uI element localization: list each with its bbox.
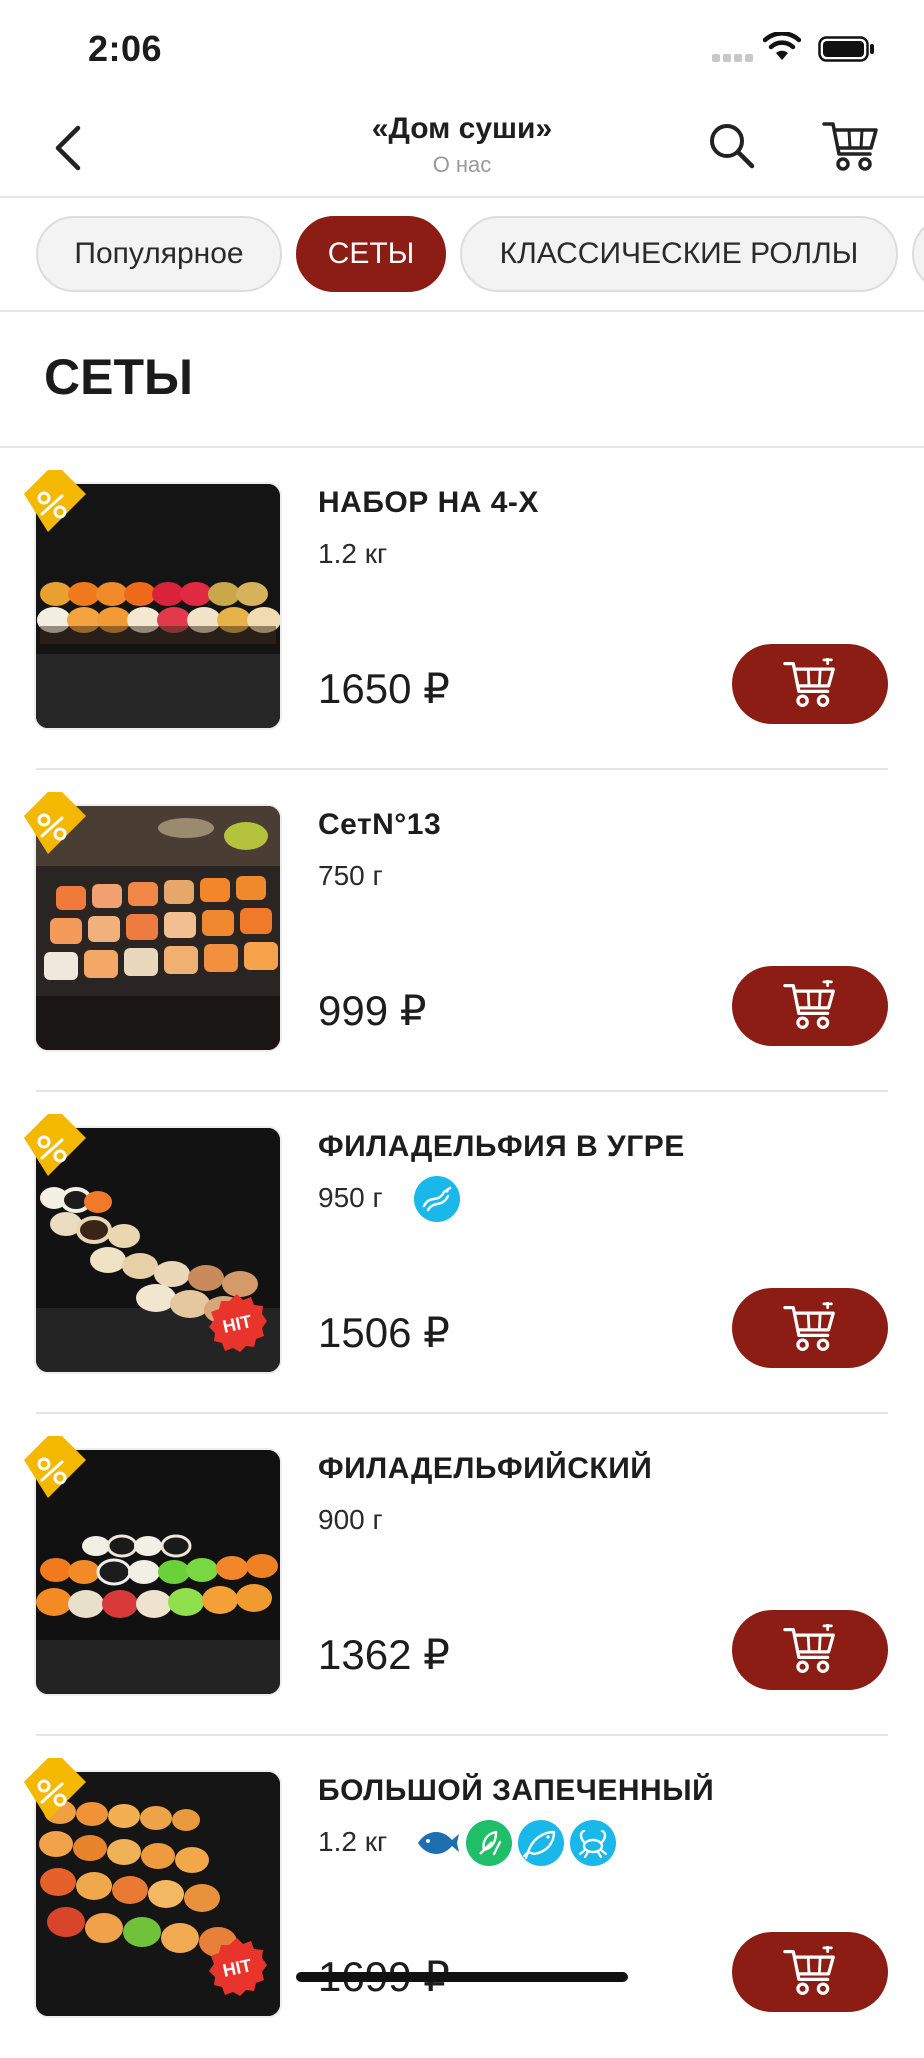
salmon-icon [518, 1820, 564, 1866]
vegetable-icon [466, 1820, 512, 1866]
discount-tag-icon [22, 790, 88, 856]
product-weight: 1.2 кг [318, 1826, 388, 1857]
crab-icon [570, 1820, 616, 1866]
search-icon[interactable] [706, 120, 758, 172]
product-card[interactable]: СетN°13 750 г 999 ₽ [0, 770, 924, 1092]
product-card[interactable]: НАБОР НА 4-Х 1.2 кг 1650 ₽ [0, 448, 924, 770]
wifi-icon [763, 32, 801, 60]
product-name: ФИЛАДЕЛЬФИЯ В УГРЕ [318, 1130, 685, 1163]
top-nav-bar: «Дом суши» О нас [0, 100, 924, 198]
add-to-cart-icon [783, 1302, 837, 1354]
category-chip-classic-rolls[interactable]: КЛАССИЧЕСКИЕ РОЛЛЫ [460, 216, 898, 292]
status-bar: 2:06 [0, 0, 924, 100]
product-price: 1362 ₽ [318, 1631, 450, 1678]
product-price: 999 ₽ [318, 987, 427, 1034]
category-chip-popular[interactable]: Популярное [36, 216, 282, 292]
product-name: СетN°13 [318, 808, 442, 841]
eel-icon [414, 1176, 460, 1222]
battery-icon [818, 36, 874, 62]
add-to-cart-button[interactable] [732, 1610, 888, 1690]
ingredient-badges [414, 1176, 460, 1222]
product-name: ФИЛАДЕЛЬФИЙСКИЙ [318, 1452, 653, 1485]
restaurant-title: «Дом суши» [371, 112, 553, 145]
product-card[interactable]: ФИЛАДЕЛЬФИЙСКИЙ 900 г 1362 ₽ [0, 1414, 924, 1736]
cellular-signal-icon [712, 54, 753, 62]
add-to-cart-button[interactable] [732, 966, 888, 1046]
product-weight: 750 г [318, 860, 383, 891]
fish-icon [418, 1832, 459, 1854]
product-price: 1506 ₽ [318, 1309, 450, 1356]
discount-tag-icon [22, 468, 88, 534]
hit-badge-icon: HIT [209, 1294, 267, 1352]
product-weight: 950 г [318, 1182, 383, 1213]
discount-tag-icon [22, 1112, 88, 1178]
category-tabs: Популярное СЕТЫ КЛАССИЧЕСКИЕ РОЛЛЫ [0, 198, 924, 312]
discount-tag-icon [22, 1756, 88, 1822]
header-title-block[interactable]: «Дом суши» О нас [0, 112, 924, 178]
cart-icon[interactable] [822, 118, 880, 174]
product-price: 1650 ₽ [318, 665, 450, 712]
ingredient-badges [414, 1820, 616, 1866]
status-time: 2:06 [88, 28, 163, 69]
discount-tag-icon [22, 1434, 88, 1500]
add-to-cart-icon [783, 1624, 837, 1676]
category-chip-sets[interactable]: СЕТЫ [296, 216, 446, 292]
category-chip-next[interactable] [912, 216, 924, 292]
hit-badge-icon: HIT [209, 1938, 267, 1996]
add-to-cart-button[interactable] [732, 1288, 888, 1368]
add-to-cart-button[interactable] [732, 1932, 888, 2012]
add-to-cart-icon [783, 1946, 837, 1998]
section-header: СЕТЫ [0, 312, 924, 448]
section-title: СЕТЫ [44, 349, 193, 405]
home-indicator[interactable] [296, 1972, 628, 1982]
add-to-cart-button[interactable] [732, 644, 888, 724]
product-name: БОЛЬШОЙ ЗАПЕЧЕННЫЙ [318, 1774, 715, 1807]
about-link[interactable]: О нас [0, 152, 924, 178]
add-to-cart-icon [783, 980, 837, 1032]
product-card[interactable]: HIT ФИЛАДЕЛЬФИЯ В УГРЕ 950 г 1506 ₽ [0, 1092, 924, 1414]
product-name: НАБОР НА 4-Х [318, 486, 539, 519]
product-weight: 900 г [318, 1504, 383, 1535]
product-card[interactable]: HIT БОЛЬШОЙ ЗАПЕЧЕННЫЙ 1.2 кг 1699 ₽ [0, 1736, 924, 2058]
product-weight: 1.2 кг [318, 538, 388, 569]
add-to-cart-icon [783, 658, 837, 710]
